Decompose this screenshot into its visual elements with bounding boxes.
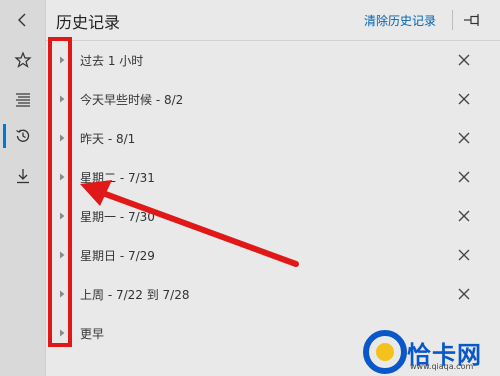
history-group-row[interactable]: 过去 1 小时 xyxy=(46,41,500,79)
history-group-row[interactable]: 今天早些时候 - 8/2 xyxy=(46,80,500,118)
history-group-label: 星期一 - 7/30 xyxy=(80,210,155,224)
history-group-row[interactable]: 星期二 - 7/31 xyxy=(46,158,500,196)
pin-button[interactable] xyxy=(460,10,484,30)
remove-group-close-icon[interactable] xyxy=(456,91,472,107)
hub-nav-rail xyxy=(0,0,46,376)
history-group-label: 昨天 - 8/1 xyxy=(80,132,136,146)
history-icon xyxy=(15,129,29,142)
history-group-row[interactable]: 上周 - 7/22 到 7/28 xyxy=(46,275,500,313)
remove-group-close-icon[interactable] xyxy=(456,247,472,263)
back-button[interactable] xyxy=(0,2,45,38)
back-icon xyxy=(17,13,25,27)
remove-group-close-icon[interactable] xyxy=(456,130,472,146)
history-group-label: 过去 1 小时 xyxy=(80,54,144,68)
header-divider xyxy=(452,10,453,30)
history-group-label: 星期日 - 7/29 xyxy=(80,249,155,263)
clear-history-link[interactable]: 清除历史记录 xyxy=(364,12,436,29)
reading-list-icon xyxy=(15,93,30,107)
history-group-label: 今天早些时候 - 8/2 xyxy=(80,93,184,107)
annotation-highlight-box xyxy=(48,37,72,347)
downloads-icon xyxy=(16,169,29,184)
favorites-icon xyxy=(13,51,32,68)
panel-header: 历史记录 清除历史记录 xyxy=(46,0,500,41)
history-button[interactable] xyxy=(0,118,45,154)
downloads-button[interactable] xyxy=(0,158,45,194)
reading-list-button[interactable] xyxy=(0,81,45,117)
remove-group-close-icon[interactable] xyxy=(456,286,472,302)
history-group-row[interactable]: 昨天 - 8/1 xyxy=(46,119,500,157)
history-group-label: 上周 - 7/22 到 7/28 xyxy=(80,288,190,302)
favorites-button[interactable] xyxy=(0,42,45,78)
history-group-label: 更早 xyxy=(80,327,105,341)
history-panel: 历史记录 清除历史记录 过去 1 小时今天早些时候 - 8/2 昨天 - 8/1 星… xyxy=(46,0,500,376)
history-group-label: 星期二 - 7/31 xyxy=(80,171,155,185)
history-group-row[interactable]: 星期一 - 7/30 xyxy=(46,197,500,235)
history-group-row[interactable]: 星期日 - 7/29 xyxy=(46,236,500,274)
watermark-url: www.qiaqa.com xyxy=(410,362,474,371)
remove-group-close-icon[interactable] xyxy=(456,208,472,224)
remove-group-close-icon[interactable] xyxy=(456,52,472,68)
page-title: 历史记录 xyxy=(56,13,121,32)
pin-icon xyxy=(464,14,479,26)
remove-group-close-icon[interactable] xyxy=(456,169,472,185)
